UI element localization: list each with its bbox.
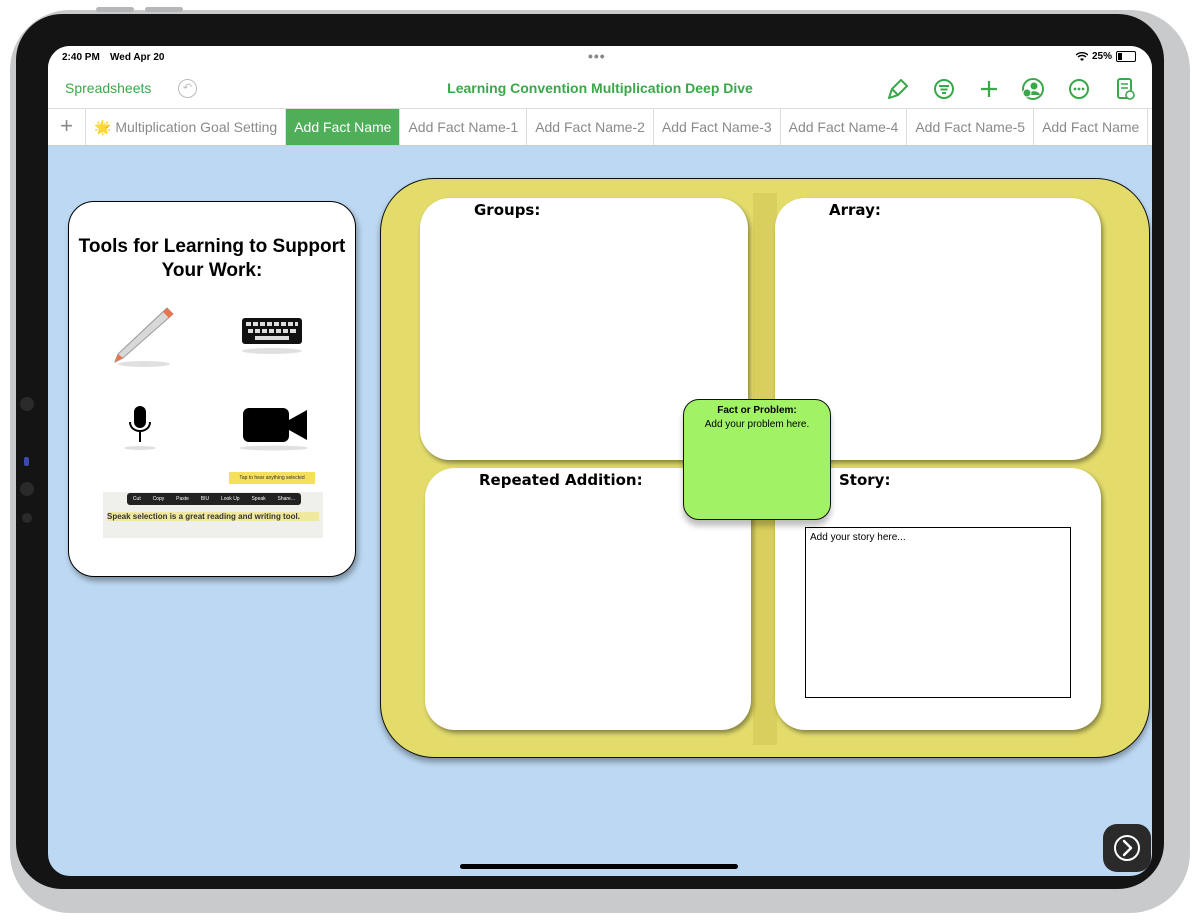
add-sheet-button[interactable]: +	[48, 109, 86, 145]
magnetic-connector	[20, 397, 34, 411]
magnetic-connector	[20, 482, 34, 496]
tab-add-fact-name-4[interactable]: Add Fact Name-4	[781, 109, 908, 145]
speak-selection-text: Speak selection is a great reading and w…	[107, 512, 319, 521]
screen: 2:40 PM Wed Apr 20 ••• 25% Spreadsheets …	[48, 46, 1152, 876]
tab-add-fact-name-3[interactable]: Add Fact Name-3	[654, 109, 781, 145]
menu-item-format: BIU	[200, 496, 210, 502]
menu-item-share: Share...	[277, 496, 296, 502]
multitasking-dots-icon[interactable]: •••	[588, 48, 606, 64]
microphone-icon	[124, 406, 156, 450]
story-text-box[interactable]: Add your story here...	[805, 527, 1071, 698]
wifi-icon	[1075, 51, 1088, 61]
tab-add-fact-name-2[interactable]: Add Fact Name-2	[527, 109, 654, 145]
document-view-icon[interactable]	[1112, 76, 1138, 102]
more-icon[interactable]	[1066, 76, 1092, 102]
toolbar: Spreadsheets ↶ Learning Convention Multi…	[48, 70, 1152, 108]
add-icon[interactable]	[976, 76, 1002, 102]
tab-add-fact-name[interactable]: Add Fact Name	[286, 109, 401, 145]
array-label: Array:	[829, 201, 881, 219]
organize-icon[interactable]	[931, 76, 957, 102]
tools-card[interactable]: Tools for Learning to Support Your Work:	[68, 201, 356, 577]
sheet-tab-bar: + 🌟 Multiplication Goal Setting Add Fact…	[48, 108, 1152, 146]
tab-label: Add Fact Name-3	[661, 119, 772, 135]
fact-title: Fact or Problem:	[717, 405, 797, 416]
battery-icon	[1116, 51, 1136, 62]
next-button[interactable]	[1103, 824, 1151, 872]
pencil-icon	[114, 307, 174, 367]
tab-add-fact-name-6[interactable]: Add Fact Name	[1034, 109, 1149, 145]
collaborate-icon[interactable]	[1020, 76, 1046, 102]
battery-percent: 25%	[1091, 51, 1112, 62]
chevron-right-icon	[1114, 835, 1140, 861]
groups-label: Groups:	[474, 201, 541, 219]
status-date: Wed Apr 20	[110, 52, 165, 63]
story-label: Story:	[839, 471, 891, 489]
tab-label: Add Fact Name-2	[535, 119, 645, 135]
top-button	[96, 7, 134, 12]
tab-label: Add Fact Name	[1042, 119, 1140, 135]
format-brush-icon[interactable]	[886, 76, 912, 102]
home-indicator[interactable]	[460, 864, 738, 869]
fact-or-problem-box[interactable]: Fact or Problem: Add your problem here.	[683, 399, 831, 520]
tab-label: Add Fact Name	[294, 119, 392, 135]
keyboard-icon	[242, 318, 302, 354]
tab-add-fact-name-1[interactable]: Add Fact Name-1	[400, 109, 528, 145]
video-camera-icon	[240, 408, 308, 451]
status-right: 25%	[1075, 51, 1136, 62]
menu-item-cut: Cut	[132, 496, 141, 502]
status-bar: 2:40 PM Wed Apr 20 ••• 25%	[48, 46, 1152, 70]
speak-tooltip: Tap to hear anything selected	[229, 472, 315, 484]
tab-multiplication-goal-setting[interactable]: 🌟 Multiplication Goal Setting	[86, 109, 287, 145]
repeated-addition-label: Repeated Addition:	[479, 471, 643, 489]
menu-item-look-up: Look Up	[220, 496, 240, 502]
tab-add-fact-name-5[interactable]: Add Fact Name-5	[907, 109, 1035, 145]
status-time: 2:40 PM	[62, 52, 100, 63]
story-placeholder: Add your story here...	[810, 532, 906, 543]
menu-item-paste: Paste	[176, 496, 189, 502]
menu-item-speak: Speak	[251, 496, 266, 502]
menu-item-copy: Copy	[152, 496, 165, 502]
top-button	[145, 7, 183, 12]
tab-label: Add Fact Name-5	[915, 119, 1026, 135]
tab-label: Multiplication Goal Setting	[115, 119, 278, 135]
context-menu: Cut Copy Paste BIU Look Up Speak Share..…	[127, 493, 301, 505]
magnetic-connector	[22, 513, 32, 523]
star-emoji-icon: 🌟	[94, 119, 112, 135]
tab-label: Add Fact Name-1	[408, 119, 519, 135]
tools-card-title: Tools for Learning to Support Your Work:	[78, 236, 346, 281]
tab-label: Add Fact Name-4	[788, 119, 899, 135]
front-camera	[24, 457, 29, 466]
speak-selection-demo: Tap to hear anything selected Cut Copy P…	[103, 472, 323, 538]
fact-body: Add your problem here.	[704, 419, 810, 430]
